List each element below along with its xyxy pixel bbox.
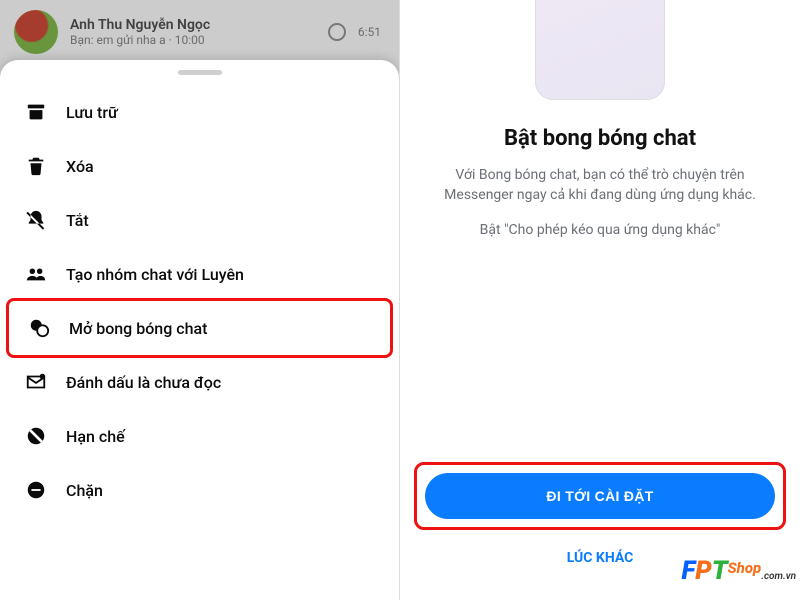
menu-archive[interactable]: Lưu trữ <box>0 85 399 139</box>
chat-bubble-icon <box>27 316 51 340</box>
menu-label: Đánh dấu là chưa đọc <box>66 373 221 392</box>
drag-handle[interactable] <box>178 70 222 75</box>
prompt-instruction: Bật "Cho phép kéo qua ứng dụng khác" <box>400 222 800 238</box>
avatar <box>14 10 58 54</box>
bottom-sheet: Lưu trữ Xóa Tắt Tạo nhóm chat với Luyên <box>0 60 399 600</box>
mail-unread-icon <box>24 370 48 394</box>
menu-mark-unread[interactable]: Đánh dấu là chưa đọc <box>0 355 399 409</box>
go-to-settings-button[interactable]: ĐI TỚI CÀI ĐẶT <box>425 473 775 519</box>
chat-preview: Bạn: em gửi nha a · 10:00 <box>70 33 310 47</box>
menu-mute[interactable]: Tắt <box>0 193 399 247</box>
menu-restrict[interactable]: Hạn chế <box>0 409 399 463</box>
enable-bubble-prompt-screenshot: Bật bong bóng chat Với Bong bóng chat, b… <box>400 0 800 600</box>
prompt-description: Với Bong bóng chat, bạn có thể trò chuyệ… <box>400 165 800 206</box>
menu-label: Tạo nhóm chat với Luyên <box>66 265 244 284</box>
menu-label: Xóa <box>66 157 94 176</box>
phone-illustration <box>535 0 665 100</box>
chat-list-item: Anh Thu Nguyễn Ngọc Bạn: em gửi nha a · … <box>0 0 399 64</box>
menu-block[interactable]: Chặn <box>0 463 399 517</box>
menu-label: Mở bong bóng chat <box>69 319 207 338</box>
messenger-context-menu-screenshot: Anh Thu Nguyễn Ngọc Bạn: em gửi nha a · … <box>0 0 400 600</box>
fptshop-watermark: FPTShop.com.vn <box>681 556 796 586</box>
delivered-badge-icon <box>328 23 346 41</box>
prompt-title: Bật bong bóng chat <box>400 126 800 151</box>
menu-label: Hạn chế <box>66 427 125 446</box>
chat-time: 6:51 <box>358 25 385 39</box>
restrict-icon <box>24 424 48 448</box>
menu-open-chat-bubble[interactable]: Mở bong bóng chat <box>6 298 393 358</box>
menu-delete[interactable]: Xóa <box>0 139 399 193</box>
menu-label: Tắt <box>66 211 89 230</box>
group-icon <box>24 262 48 286</box>
cta-highlight-box: ĐI TỚI CÀI ĐẶT <box>414 462 786 530</box>
menu-label: Chặn <box>66 481 103 500</box>
block-icon <box>24 478 48 502</box>
bell-off-icon <box>24 208 48 232</box>
trash-icon <box>24 154 48 178</box>
menu-label: Lưu trữ <box>66 103 118 122</box>
menu-create-group[interactable]: Tạo nhóm chat với Luyên <box>0 247 399 301</box>
chat-name: Anh Thu Nguyễn Ngọc <box>70 17 310 33</box>
archive-icon <box>24 100 48 124</box>
